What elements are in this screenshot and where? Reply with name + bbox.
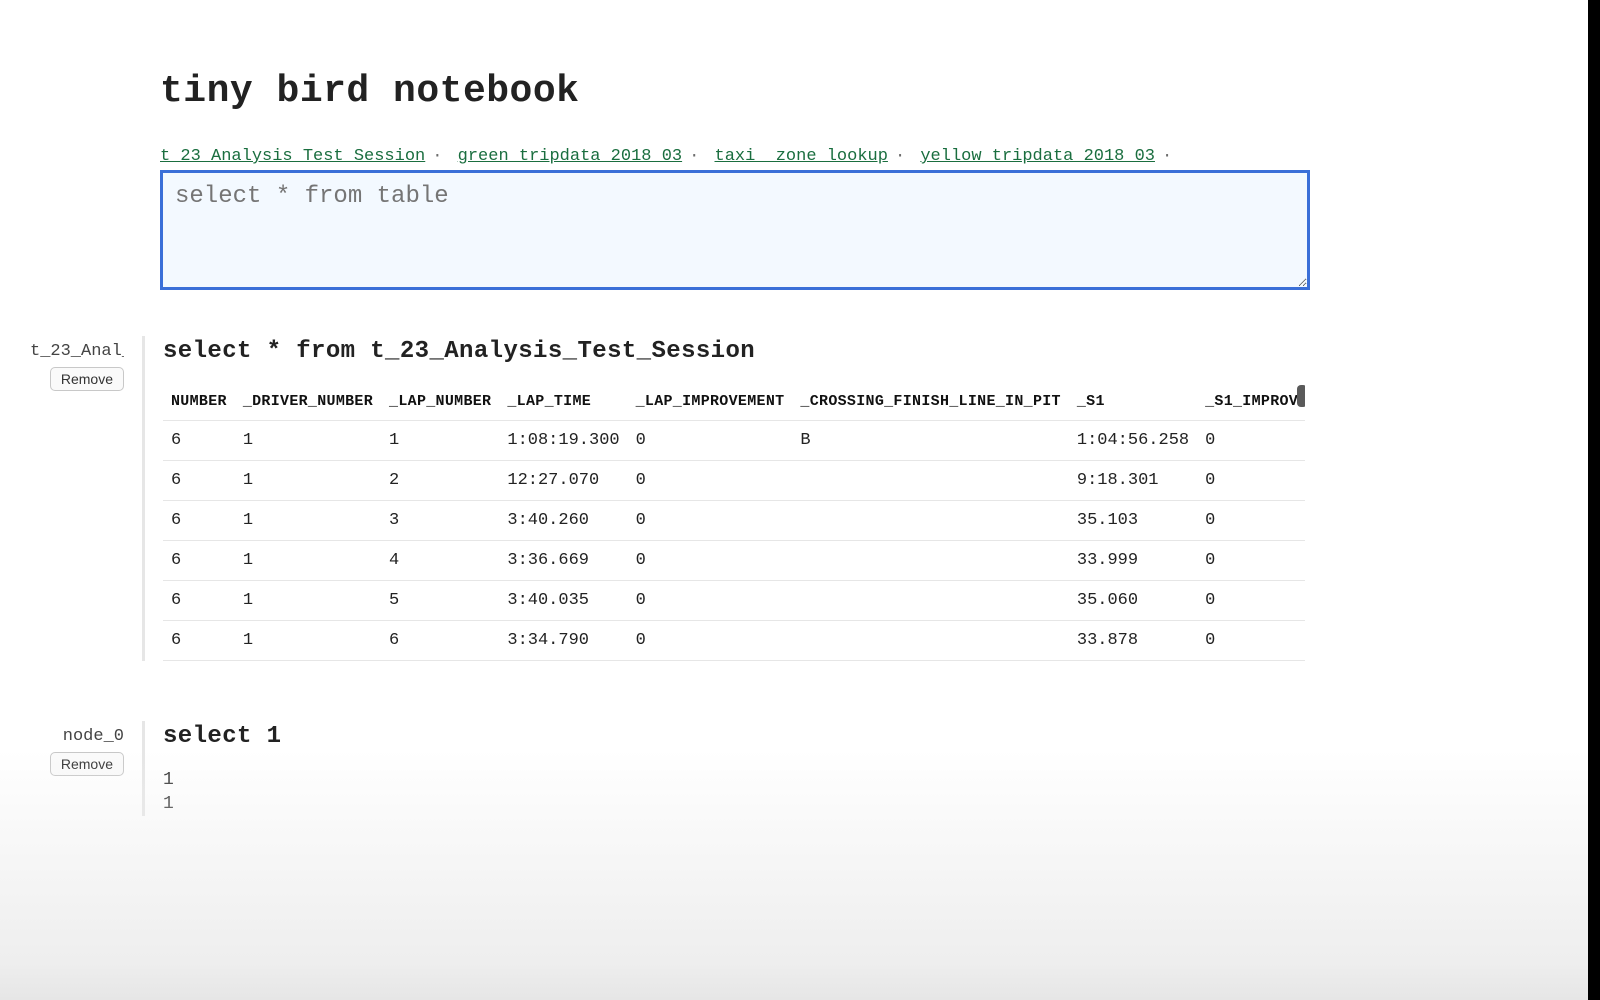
table-cell: 3:34.790 (499, 621, 627, 661)
column-header[interactable]: _S1 (1069, 383, 1197, 421)
datasource-list: t_23_Analysis_Test_Session · green_tripda… (160, 147, 1600, 166)
table-cell: 1 (235, 581, 381, 621)
table-cell: B (792, 421, 1068, 461)
datasource-link[interactable]: yellow_tripdata_2018_03 (920, 147, 1155, 166)
node-name-label: node_0 (30, 727, 124, 746)
column-header[interactable]: NUMBER (163, 383, 235, 421)
table-cell: 0 (628, 541, 793, 581)
table-cell: 1 (235, 541, 381, 581)
table-cell: 3 (381, 501, 499, 541)
node-sidebar: t_23_Anal_3 Remove (0, 336, 145, 661)
mini-cell: 1 (163, 792, 1305, 816)
notebook-node: node_0 Remove select 1 1 1 (0, 721, 1600, 816)
table-row: 6163:34.790033.8780 (163, 621, 1305, 661)
table-cell (792, 461, 1068, 501)
sql-input[interactable] (160, 170, 1310, 290)
notebook-canvas: tiny bird notebook t_23_Analysis_Test_Se… (0, 0, 1600, 816)
node-content: select 1 1 1 (145, 721, 1305, 816)
table-cell: 0 (628, 581, 793, 621)
table-row: 6111:08:19.3000B1:04:56.2580 (163, 421, 1305, 461)
table-cell: 1 (235, 421, 381, 461)
mini-result: 1 1 (163, 768, 1305, 816)
separator-dot: · (895, 147, 905, 166)
table-cell: 33.878 (1069, 621, 1197, 661)
results-table: NUMBER _DRIVER_NUMBER _LAP_NUMBER _LAP_T… (163, 383, 1305, 661)
table-cell: 4 (381, 541, 499, 581)
table-cell: 0 (1197, 541, 1305, 581)
table-row: 6133:40.260035.1030 (163, 501, 1305, 541)
table-cell: 33.999 (1069, 541, 1197, 581)
table-cell: 3:40.035 (499, 581, 627, 621)
node-query-text[interactable]: select 1 (163, 723, 1305, 750)
table-cell: 6 (163, 581, 235, 621)
remove-button[interactable]: Remove (50, 367, 124, 391)
table-cell: 1 (381, 421, 499, 461)
separator-dot: · (432, 147, 442, 166)
table-cell: 35.060 (1069, 581, 1197, 621)
node-sidebar: node_0 Remove (0, 721, 145, 816)
table-cell: 35.103 (1069, 501, 1197, 541)
table-cell (792, 501, 1068, 541)
table-cell (792, 581, 1068, 621)
table-cell: 12:27.070 (499, 461, 627, 501)
table-cell: 6 (163, 461, 235, 501)
node-query-text[interactable]: select * from t_23_Analysis_Test_Session (163, 338, 1305, 365)
table-cell: 1 (235, 461, 381, 501)
table-cell: 6 (163, 541, 235, 581)
column-header[interactable]: _CROSSING_FINISH_LINE_IN_PIT (792, 383, 1068, 421)
table-cell: 0 (1197, 421, 1305, 461)
separator-dot: · (1162, 147, 1172, 166)
table-cell: 0 (1197, 621, 1305, 661)
table-cell: 0 (1197, 581, 1305, 621)
table-cell: 0 (1197, 461, 1305, 501)
table-cell: 0 (628, 501, 793, 541)
table-cell (792, 541, 1068, 581)
datasource-link[interactable]: taxi__zone_lookup (715, 147, 888, 166)
node-name-label: t_23_Anal_3 (30, 342, 124, 361)
table-cell: 3:36.669 (499, 541, 627, 581)
sql-editor-container (160, 170, 1440, 290)
table-cell: 1:08:19.300 (499, 421, 627, 461)
datasource-link[interactable]: t_23_Analysis_Test_Session (160, 147, 425, 166)
table-row: 61212:27.07009:18.3010 (163, 461, 1305, 501)
results-wrapper: NUMBER _DRIVER_NUMBER _LAP_NUMBER _LAP_T… (163, 383, 1305, 661)
column-header[interactable]: _LAP_IMPROVEMENT (628, 383, 793, 421)
table-cell: 6 (381, 621, 499, 661)
column-header[interactable]: _DRIVER_NUMBER (235, 383, 381, 421)
table-cell: 0 (628, 461, 793, 501)
column-header[interactable]: _S1_IMPROVEMENT (1197, 383, 1305, 421)
table-cell: 0 (628, 421, 793, 461)
table-row: 6143:36.669033.9990 (163, 541, 1305, 581)
table-cell: 6 (163, 621, 235, 661)
column-header[interactable]: _LAP_TIME (499, 383, 627, 421)
table-row: 6153:40.035035.0600 (163, 581, 1305, 621)
table-cell: 2 (381, 461, 499, 501)
table-cell: 3:40.260 (499, 501, 627, 541)
separator-dot: · (689, 147, 699, 166)
table-cell: 1 (235, 501, 381, 541)
right-edge-bar (1588, 0, 1600, 1000)
table-cell: 6 (163, 421, 235, 461)
table-cell: 0 (1197, 501, 1305, 541)
table-cell: 6 (163, 501, 235, 541)
column-header[interactable]: _LAP_NUMBER (381, 383, 499, 421)
node-content: select * from t_23_Analysis_Test_Session… (145, 336, 1305, 661)
table-cell: 0 (628, 621, 793, 661)
table-cell: 5 (381, 581, 499, 621)
table-cell: 1 (235, 621, 381, 661)
notebook-node: t_23_Anal_3 Remove select * from t_23_An… (0, 336, 1600, 661)
table-cell: 1:04:56.258 (1069, 421, 1197, 461)
table-cell: 9:18.301 (1069, 461, 1197, 501)
page-title: tiny bird notebook (160, 70, 1600, 113)
mini-header: 1 (163, 768, 1305, 792)
remove-button[interactable]: Remove (50, 752, 124, 776)
table-cell (792, 621, 1068, 661)
datasource-link[interactable]: green_tripdata_2018_03 (458, 147, 682, 166)
horizontal-scroll-thumb[interactable] (1297, 385, 1305, 407)
